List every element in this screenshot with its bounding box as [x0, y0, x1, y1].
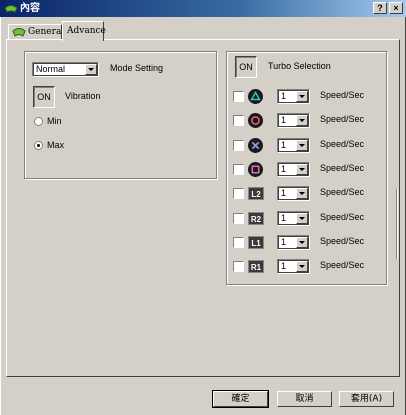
title-bar[interactable]: 內容 ? ×: [0, 0, 406, 17]
radio-max[interactable]: [34, 141, 43, 150]
turbo-speed-value: 1: [281, 213, 287, 223]
turbo-speed-value: 1: [281, 261, 287, 271]
r1-icon: R1: [248, 260, 264, 273]
turbo-speed-combo-circle[interactable]: 1: [277, 113, 310, 128]
mode-combo-value: Normal: [36, 64, 66, 74]
turbo-speed-value: 1: [281, 188, 287, 198]
turbo-checkbox-circle[interactable]: [233, 115, 244, 126]
tab-advance[interactable]: Advance: [62, 21, 106, 41]
triangle-icon: [248, 89, 263, 104]
help-button[interactable]: ?: [373, 2, 387, 14]
turbo-speed-combo-square[interactable]: 1: [277, 162, 310, 177]
turbo-speed-value: 1: [281, 91, 287, 101]
turbo-checkbox-l2[interactable]: [233, 188, 244, 199]
apply-button[interactable]: 套用(A): [339, 391, 394, 407]
turbo-speed-unit: Speed/Sec: [320, 163, 365, 173]
turbo-speed-combo-r2[interactable]: 1: [277, 211, 310, 226]
chevron-down-icon[interactable]: [296, 188, 308, 199]
close-button[interactable]: ×: [389, 2, 403, 14]
turbo-speed-unit: Speed/Sec: [320, 212, 365, 222]
tab-general[interactable]: General: [8, 24, 65, 40]
chevron-down-icon[interactable]: [296, 115, 308, 126]
chevron-down-icon[interactable]: [296, 213, 308, 224]
turbo-speed-value: 1: [281, 140, 287, 150]
square-icon: [248, 162, 263, 177]
turbo-on-toggle[interactable]: ON: [235, 56, 257, 78]
turbo-speed-combo-cross[interactable]: 1: [277, 138, 310, 153]
turbo-checkbox-r1[interactable]: [233, 261, 244, 272]
circle-icon: [248, 113, 263, 128]
turbo-checkbox-cross[interactable]: [233, 140, 244, 151]
turbo-selection-label: Turbo Selection: [268, 61, 331, 71]
tab-advance-label: Advance: [67, 26, 106, 36]
turbo-speed-combo-r1[interactable]: 1: [277, 259, 310, 274]
mode-setting-label: Mode Setting: [110, 63, 164, 73]
ok-button[interactable]: 確定: [212, 390, 269, 408]
l2-icon: L2: [248, 187, 264, 200]
chevron-down-icon[interactable]: [296, 164, 308, 175]
turbo-speed-value: 1: [281, 237, 287, 247]
turbo-speed-unit: Speed/Sec: [320, 187, 365, 197]
chevron-down-icon[interactable]: [296, 237, 308, 248]
turbo-speed-combo-l1[interactable]: 1: [277, 235, 310, 250]
cancel-button[interactable]: 取消: [277, 391, 332, 407]
gamepad-icon: [12, 28, 26, 37]
app-icon: [4, 5, 18, 13]
chevron-down-icon[interactable]: [85, 64, 97, 75]
radio-min[interactable]: [34, 117, 43, 126]
turbo-speed-value: 1: [281, 164, 287, 174]
l1-icon: L1: [248, 236, 264, 249]
chevron-down-icon[interactable]: [296, 91, 308, 102]
window-edge-divider: [396, 189, 398, 259]
chevron-down-icon[interactable]: [296, 261, 308, 272]
turbo-checkbox-square[interactable]: [233, 164, 244, 175]
mode-combo[interactable]: Normal: [32, 62, 99, 77]
vibration-on-label: ON: [37, 92, 51, 102]
window-title: 內容: [20, 3, 40, 14]
turbo-speed-value: 1: [281, 115, 287, 125]
turbo-speed-combo-triangle[interactable]: 1: [277, 89, 310, 104]
turbo-speed-unit: Speed/Sec: [320, 90, 365, 100]
cross-icon: [248, 138, 263, 153]
turbo-speed-combo-l2[interactable]: 1: [277, 186, 310, 201]
turbo-checkbox-l1[interactable]: [233, 237, 244, 248]
radio-max-label: Max: [47, 140, 65, 150]
tab-general-label: General: [28, 27, 65, 37]
turbo-speed-unit: Speed/Sec: [320, 260, 365, 270]
turbo-speed-unit: Speed/Sec: [320, 139, 365, 149]
turbo-speed-unit: Speed/Sec: [320, 236, 365, 246]
turbo-checkbox-r2[interactable]: [233, 213, 244, 224]
radio-min-label: Min: [47, 116, 62, 126]
vibration-on-toggle[interactable]: ON: [33, 86, 55, 108]
turbo-speed-unit: Speed/Sec: [320, 114, 365, 124]
turbo-checkbox-triangle[interactable]: [233, 91, 244, 102]
vibration-label: Vibration: [65, 91, 101, 101]
r2-icon: R2: [248, 212, 264, 225]
turbo-on-label: ON: [239, 62, 253, 72]
chevron-down-icon[interactable]: [296, 140, 308, 151]
